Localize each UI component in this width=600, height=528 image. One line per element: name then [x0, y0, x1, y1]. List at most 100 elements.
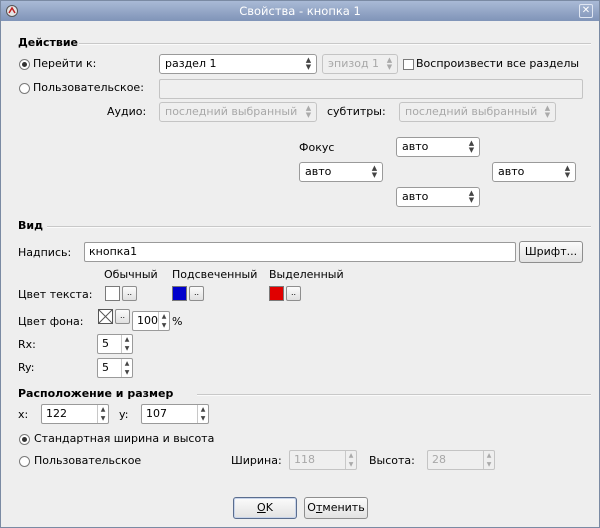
ry-spinner[interactable]: 5 ▲ ▼	[97, 358, 133, 378]
ok-button[interactable]: OK	[233, 497, 297, 519]
subtitles-select[interactable]: последний выбранный ▲ ▼	[399, 102, 556, 122]
x-label: x:	[18, 408, 29, 421]
focus-right-select[interactable]: авто ▲ ▼	[492, 162, 576, 182]
episode-select-value: эпизод 1	[328, 57, 380, 70]
audio-select[interactable]: последний выбранный ▲ ▼	[159, 102, 317, 122]
standard-size-radio[interactable]	[19, 434, 30, 445]
play-all-checkbox[interactable]	[403, 59, 414, 70]
custom-action-input[interactable]	[159, 79, 583, 99]
spin-arrows-icon[interactable]: ▲ ▼	[121, 359, 132, 377]
updown-icon: ▲ ▼	[386, 56, 393, 71]
updown-icon: ▲ ▼	[468, 139, 475, 154]
percent-sign: %	[172, 315, 183, 328]
ry-value: 5	[102, 361, 109, 374]
position-section-title: Расположение и размер	[18, 387, 174, 400]
spin-arrows-icon[interactable]: ▲ ▼	[483, 451, 494, 469]
app-icon	[6, 5, 18, 17]
updown-icon: ▲ ▼	[544, 104, 551, 119]
width-value: 118	[294, 453, 315, 466]
action-section-title: Действие	[18, 36, 78, 49]
focus-up-select[interactable]: авто ▲ ▼	[396, 137, 480, 157]
spin-arrows-icon[interactable]: ▲ ▼	[197, 405, 208, 423]
font-button[interactable]: Шрифт...	[519, 241, 583, 263]
cancel-label-rest: менить	[322, 501, 365, 514]
window-title: Свойства - кнопка 1	[239, 4, 361, 18]
height-spinner[interactable]: 28 ▲ ▼	[427, 450, 495, 470]
ok-mnemonic: O	[257, 501, 266, 514]
height-label: Высота:	[369, 454, 415, 467]
view-divider	[47, 226, 591, 228]
goto-radio[interactable]	[19, 59, 30, 70]
bg-color-button[interactable]: ..	[115, 309, 130, 324]
highlighted-column-label: Подсвеченный	[172, 268, 258, 281]
episode-select[interactable]: эпизод 1 ▲ ▼	[322, 54, 398, 74]
standard-size-label[interactable]: Стандартная ширина и высота	[34, 432, 214, 445]
focus-down-select[interactable]: авто ▲ ▼	[396, 187, 480, 207]
updown-icon: ▲ ▼	[305, 104, 312, 119]
width-label: Ширина:	[231, 454, 282, 467]
caption-label: Надпись:	[18, 246, 72, 259]
y-value: 107	[146, 407, 167, 420]
custom-action-label: Пользовательское:	[33, 81, 144, 94]
position-divider	[197, 394, 591, 396]
goto-select[interactable]: раздел 1 ▲ ▼	[159, 54, 317, 74]
normal-color-button[interactable]: ..	[122, 286, 137, 301]
x-spinner[interactable]: 122 ▲ ▼	[41, 404, 109, 424]
spin-arrows-icon[interactable]: ▲ ▼	[121, 335, 132, 353]
selected-color-button[interactable]: ..	[286, 286, 301, 301]
close-icon[interactable]: ✕	[579, 4, 593, 18]
goto-label: Перейти к:	[33, 57, 97, 70]
updown-icon: ▲ ▼	[468, 189, 475, 204]
updown-icon: ▲ ▼	[371, 164, 378, 179]
bg-color-label: Цвет фона:	[18, 315, 84, 328]
normal-color-swatch[interactable]	[105, 286, 120, 301]
rx-value: 5	[102, 337, 109, 350]
ok-label-rest: K	[265, 501, 273, 514]
custom-size-radio[interactable]	[19, 456, 30, 467]
rx-label: Rx:	[18, 338, 36, 351]
height-value: 28	[432, 453, 446, 466]
rx-spinner[interactable]: 5 ▲ ▼	[97, 334, 133, 354]
subtitles-label: субтитры:	[327, 105, 386, 118]
audio-select-value: последний выбранный	[165, 105, 298, 118]
highlighted-color-button[interactable]: ..	[189, 286, 204, 301]
cancel-button[interactable]: Отменить	[304, 497, 368, 519]
focus-right-value: авто	[498, 165, 525, 178]
selected-color-swatch[interactable]	[269, 286, 284, 301]
text-color-label: Цвет текста:	[18, 288, 93, 301]
normal-column-label: Обычный	[104, 268, 158, 281]
selected-column-label: Выделенный	[269, 268, 344, 281]
view-section-title: Вид	[18, 219, 43, 232]
focus-up-value: авто	[402, 140, 429, 153]
custom-action-radio[interactable]	[19, 83, 30, 94]
focus-label: Фокус	[299, 141, 335, 154]
action-divider	[79, 43, 591, 45]
focus-down-value: авто	[402, 190, 429, 203]
x-value: 122	[46, 407, 67, 420]
y-label: y:	[119, 408, 129, 421]
custom-size-label[interactable]: Пользовательское	[34, 454, 141, 467]
spin-arrows-icon[interactable]: ▲ ▼	[158, 312, 169, 330]
caption-value: кнопка1	[89, 245, 138, 258]
bg-opacity-spinner[interactable]: 100 ▲ ▼	[132, 311, 170, 331]
width-spinner[interactable]: 118 ▲ ▼	[289, 450, 357, 470]
updown-icon: ▲ ▼	[564, 164, 571, 179]
play-all-label[interactable]: Воспроизвести все разделы	[416, 57, 579, 70]
dialog-window: Свойства - кнопка 1 ✕ Действие Перейти к…	[0, 0, 600, 528]
transparent-color-icon[interactable]	[98, 309, 113, 324]
spin-arrows-icon[interactable]: ▲ ▼	[345, 451, 356, 469]
ry-label: Ry:	[18, 361, 35, 374]
y-spinner[interactable]: 107 ▲ ▼	[141, 404, 209, 424]
focus-left-value: авто	[305, 165, 332, 178]
caption-input[interactable]: кнопка1	[84, 242, 516, 262]
title-bar: Свойства - кнопка 1 ✕	[1, 1, 599, 21]
highlighted-color-swatch[interactable]	[172, 286, 187, 301]
bg-opacity-value: 100	[137, 314, 158, 327]
audio-label: Аудио:	[107, 105, 147, 118]
cancel-label-pre: О	[307, 501, 316, 514]
updown-icon: ▲ ▼	[305, 56, 312, 71]
spin-arrows-icon[interactable]: ▲ ▼	[97, 405, 108, 423]
goto-select-value: раздел 1	[165, 57, 217, 70]
focus-left-select[interactable]: авто ▲ ▼	[299, 162, 383, 182]
subtitles-select-value: последний выбранный	[405, 105, 538, 118]
